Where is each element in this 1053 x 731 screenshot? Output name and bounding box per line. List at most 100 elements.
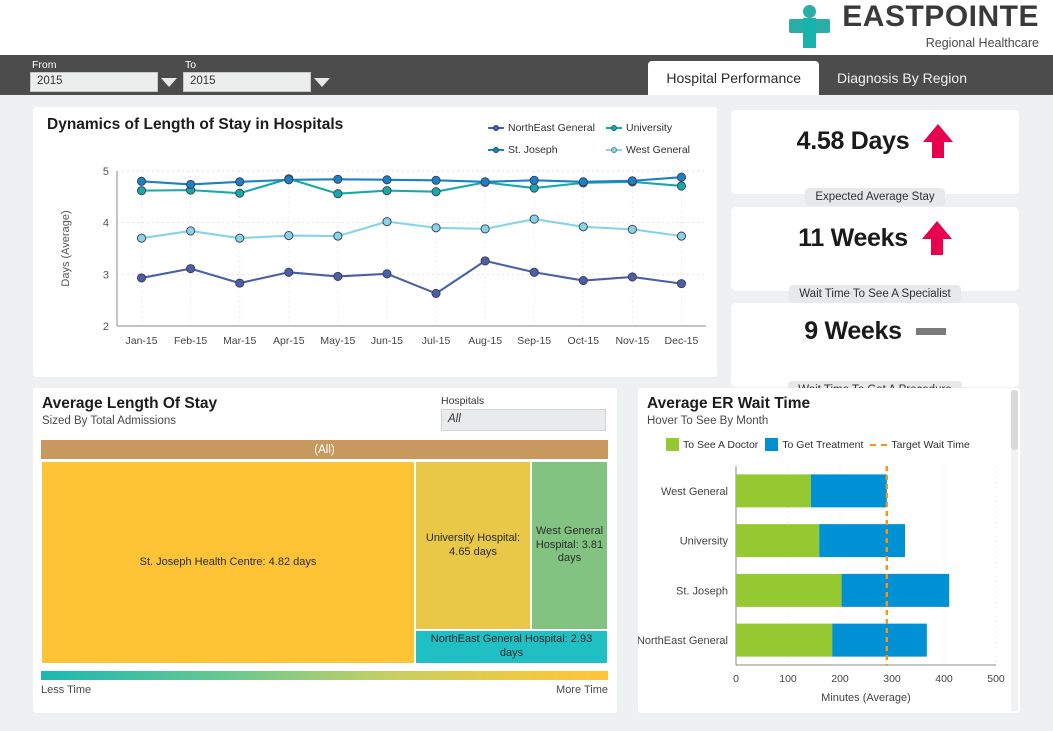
treemap-cell-label: NorthEast General Hospital: 2.93 days (430, 633, 593, 659)
legend-marker-icon (606, 124, 622, 132)
legend-item-to-get-treatment[interactable]: To Get Treatment (765, 438, 863, 451)
brand-header: EASTPOINTE Regional Healthcare (0, 0, 1053, 55)
up-arrow-icon (921, 221, 952, 255)
legend-item-st-joseph[interactable]: St. Joseph (488, 144, 606, 156)
brand-logo: EASTPOINTE Regional Healthcare (786, 2, 1039, 50)
svg-text:West General: West General (661, 486, 728, 498)
legend-item-northeast-general[interactable]: NorthEast General (488, 122, 606, 134)
legend-label: St. Joseph (508, 144, 558, 156)
up-arrow-icon (923, 124, 954, 158)
svg-text:100: 100 (779, 673, 797, 685)
legend-marker-icon (488, 124, 504, 132)
treemap-cell[interactable]: NorthEast General Hospital: 2.93 days (415, 630, 608, 664)
dashed-line-icon (870, 443, 888, 446)
kpi-value: 11 Weeks (798, 223, 908, 252)
svg-text:Dec-15: Dec-15 (665, 335, 699, 347)
legend-item-university[interactable]: University (606, 122, 706, 134)
legend-item-to-see-a-doctor[interactable]: To See A Doctor (666, 438, 758, 451)
chevron-down-icon[interactable] (158, 72, 180, 92)
legend-marker-icon (488, 146, 504, 154)
tab-diagnosis-by-region[interactable]: Diagnosis By Region (819, 61, 985, 95)
kpi-card-wait-time-procedure: 9 Weeks Wait Time To Get A Procedure (731, 303, 1019, 399)
er-wait-bar-chart-plot[interactable]: 0 100 200 300 400 500 West General University St… (638, 460, 1020, 705)
hospitals-filter[interactable]: Hospitals All (441, 395, 606, 431)
hospitals-filter-input[interactable]: All (441, 409, 606, 431)
svg-text:2: 2 (103, 321, 109, 333)
legend-low-label: Less Time (41, 684, 92, 696)
svg-text:400: 400 (935, 673, 953, 685)
panel-scrollbar-thumb[interactable] (1011, 390, 1018, 450)
color-gradient-bar (41, 671, 608, 680)
svg-text:Sep-15: Sep-15 (517, 335, 551, 347)
legend-label: West General (626, 144, 690, 156)
brand-name: EASTPOINTE (842, 0, 1039, 33)
svg-text:200: 200 (831, 673, 849, 685)
tab-hospital-performance[interactable]: Hospital Performance (648, 61, 820, 95)
kpi-card-expected-average-stay: 4.58 Days Expected Average Stay (731, 110, 1019, 206)
chevron-down-icon[interactable] (311, 72, 333, 92)
svg-text:Jun-15: Jun-15 (371, 335, 403, 347)
from-year-filter[interactable]: From 2015 (30, 59, 180, 92)
legend-swatch-icon (765, 438, 779, 451)
medical-cross-person-icon (786, 3, 832, 49)
dashboard-root: EASTPOINTE Regional Healthcare From 2015… (0, 0, 1053, 731)
treemap-cell[interactable]: University Hospital: 4.65 days (415, 461, 531, 630)
treemap-cell-label: West General Hospital: 3.81 days (535, 524, 604, 565)
legend-label: Target Wait Time (891, 438, 970, 451)
svg-text:300: 300 (883, 673, 901, 685)
svg-text:500: 500 (987, 673, 1005, 685)
average-er-wait-time-panel: Average ER Wait Time Hover To See By Mon… (638, 388, 1020, 713)
to-year-filter[interactable]: To 2015 (183, 59, 333, 92)
svg-text:Aug-15: Aug-15 (468, 335, 502, 347)
to-year-input[interactable]: 2015 (183, 72, 311, 92)
flat-dash-icon (915, 328, 946, 335)
svg-text:Jan-15: Jan-15 (125, 335, 157, 347)
legend-label: University (626, 122, 673, 134)
treemap: (All) St. Joseph Health Centre: 4.82 day… (41, 440, 608, 665)
treemap-subtitle: Sized By Total Admissions (42, 415, 177, 427)
hospitals-filter-label: Hospitals (441, 395, 485, 407)
from-label: From (32, 59, 57, 71)
tab-bar: Hospital Performance Diagnosis By Region (648, 61, 1053, 95)
legend-marker-icon (606, 146, 622, 154)
kpi-caption: Wait Time To See A Specialist (789, 285, 961, 303)
kpi-card-wait-time-specialist: 11 Weeks Wait Time To See A Specialist (731, 207, 1019, 303)
svg-text:0: 0 (733, 673, 739, 685)
legend-label: To See A Doctor (683, 438, 759, 451)
er-chart-subtitle: Hover To See By Month (647, 415, 769, 427)
svg-text:5: 5 (103, 166, 109, 178)
line-chart-title: Dynamics of Length of Stay in Hospitals (47, 116, 344, 133)
kpi-value: 4.58 Days (796, 126, 910, 155)
average-length-of-stay-treemap-panel: Average Length Of Stay Sized By Total Ad… (33, 388, 617, 713)
to-label: To (185, 59, 197, 71)
svg-text:Feb-15: Feb-15 (174, 335, 207, 347)
er-chart-legend: To See A Doctor To Get Treatment Target … (666, 438, 970, 451)
svg-text:Minutes (Average): Minutes (Average) (821, 692, 911, 704)
treemap-title: Average Length Of Stay (42, 395, 218, 412)
line-chart-plot[interactable]: Days (Average) 2 3 4 5 Jan-15 Feb-15 Mar-15 Apr-… (33, 159, 717, 374)
legend-high-label: More Time (556, 684, 608, 696)
brand-tagline: Regional Healthcare (925, 36, 1039, 50)
legend-item-west-general[interactable]: West General (606, 144, 706, 156)
line-chart-legend: NorthEast General University St. Joseph … (488, 122, 706, 156)
svg-text:University: University (680, 536, 729, 548)
filter-tab-bar: From 2015 To 2015 Hospital Performance D… (0, 55, 1053, 95)
svg-text:Days (Average): Days (Average) (60, 210, 72, 286)
treemap-cell-label: St. Joseph Health Centre: 4.82 days (139, 555, 317, 568)
svg-text:3: 3 (103, 269, 109, 281)
kpi-value: 9 Weeks (804, 317, 902, 345)
treemap-cell[interactable]: West General Hospital: 3.81 days (531, 461, 608, 630)
svg-text:St. Joseph: St. Joseph (676, 585, 728, 597)
svg-text:Jul-15: Jul-15 (422, 335, 451, 347)
treemap-cell-label: University Hospital: 4.65 days (425, 531, 521, 558)
svg-text:May-15: May-15 (320, 335, 355, 347)
legend-label: To Get Treatment (782, 438, 864, 451)
from-year-input[interactable]: 2015 (30, 72, 158, 92)
legend-item-target-wait-time[interactable]: Target Wait Time (870, 438, 970, 451)
treemap-root-header: (All) (41, 440, 608, 459)
treemap-cells[interactable]: St. Joseph Health Centre: 4.82 days Unive… (41, 461, 608, 664)
svg-text:4: 4 (103, 218, 109, 230)
legend-swatch-icon (666, 438, 679, 451)
treemap-cell[interactable]: St. Joseph Health Centre: 4.82 days (41, 461, 415, 664)
treemap-color-legend: Less Time More Time (41, 671, 608, 696)
